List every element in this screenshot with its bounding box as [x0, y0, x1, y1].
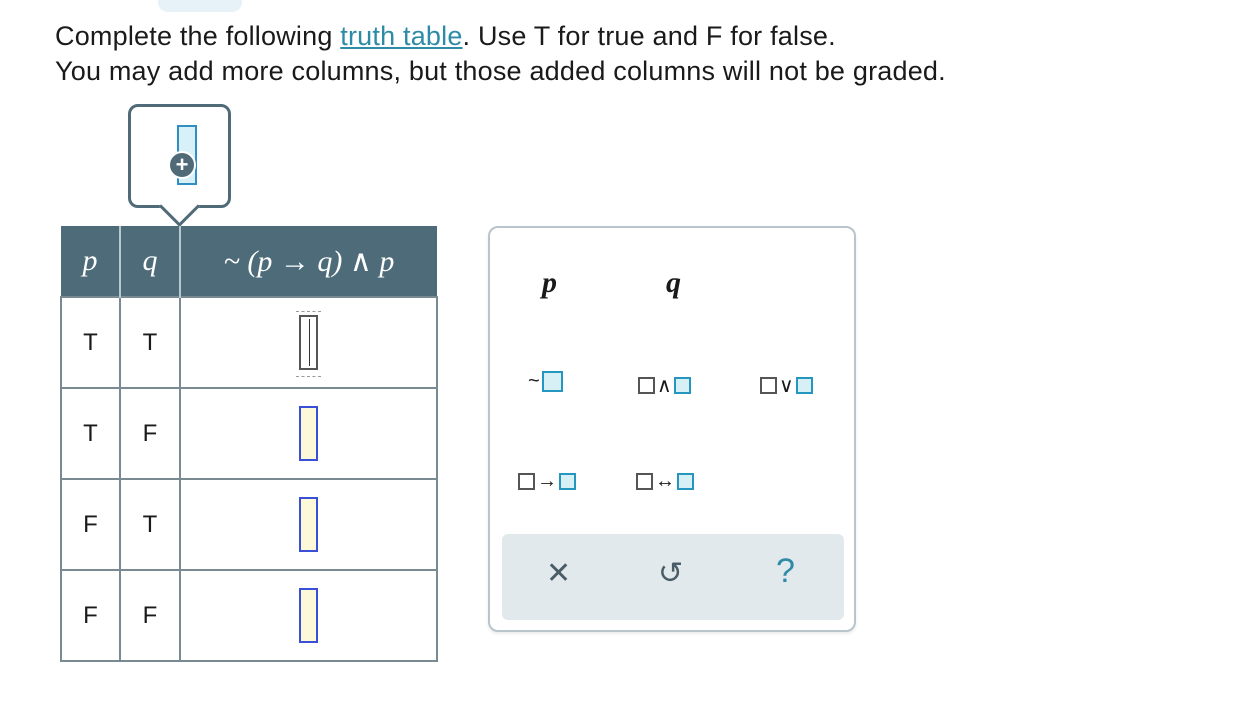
- logic-keypad: p q ~ ∧ ∨ → ↔ ✕ ↺ ?: [488, 226, 856, 632]
- placeholder-box-icon: [541, 370, 563, 392]
- cell-p: F: [60, 478, 121, 571]
- key-implies[interactable]: →: [518, 464, 576, 495]
- key-iff[interactable]: ↔: [636, 464, 694, 495]
- plus-icon: +: [168, 151, 196, 179]
- clear-icon[interactable]: ✕: [546, 556, 571, 591]
- table-header-row: p q ~ (p → q) ∧ p: [61, 226, 437, 297]
- and-symbol: ∧: [657, 374, 672, 397]
- cell-p: T: [60, 387, 121, 480]
- cell-q: T: [119, 296, 181, 389]
- keypad-action-bar: ✕ ↺ ?: [502, 534, 844, 620]
- key-not[interactable]: ~: [526, 364, 563, 395]
- placeholder-box-icon: [518, 472, 535, 490]
- key-or[interactable]: ∨: [760, 368, 813, 399]
- answer-input[interactable]: [299, 588, 318, 643]
- placeholder-box-icon: [795, 376, 813, 394]
- top-tab: [158, 0, 242, 12]
- table-row: T T: [60, 296, 438, 389]
- table-row: F F: [60, 569, 438, 662]
- answer-cell[interactable]: [179, 478, 438, 571]
- iff-symbol: ↔: [655, 469, 675, 492]
- header-q: q: [120, 226, 181, 297]
- key-q[interactable]: q: [666, 266, 681, 300]
- table-row: F T: [60, 478, 438, 571]
- answer-input[interactable]: [296, 311, 321, 377]
- not-symbol: ~: [528, 369, 540, 392]
- instructions: Complete the following truth table. Use …: [55, 19, 946, 89]
- cell-q: T: [119, 478, 181, 571]
- answer-cell[interactable]: [179, 387, 438, 480]
- header-expression: ~ (p → q) ∧ p: [180, 226, 437, 297]
- answer-cell[interactable]: [179, 569, 438, 662]
- cell-p: F: [60, 569, 121, 662]
- placeholder-box-icon: [559, 472, 576, 490]
- instruction-line-1: Complete the following truth table. Use …: [55, 21, 836, 51]
- help-icon[interactable]: ?: [776, 552, 795, 591]
- answer-input[interactable]: [299, 406, 318, 461]
- or-symbol: ∨: [779, 374, 794, 397]
- key-p[interactable]: p: [542, 266, 557, 300]
- answer-input[interactable]: [299, 497, 318, 552]
- header-p: p: [61, 226, 121, 297]
- placeholder-box-icon: [636, 472, 653, 490]
- placeholder-box-icon: [760, 376, 777, 394]
- truth-table: p q ~ (p → q) ∧ p T T T F F T F F: [60, 226, 438, 662]
- undo-icon[interactable]: ↺: [658, 556, 683, 591]
- cell-p: T: [60, 296, 121, 389]
- add-column-button[interactable]: +: [128, 104, 231, 228]
- implies-symbol: →: [537, 469, 557, 492]
- cell-q: F: [119, 387, 181, 480]
- truth-table-link[interactable]: truth table: [340, 21, 462, 51]
- key-and[interactable]: ∧: [638, 368, 691, 399]
- placeholder-box-icon: [638, 376, 655, 394]
- placeholder-box-icon: [677, 472, 694, 490]
- table-row: T F: [60, 387, 438, 480]
- popover-pointer: [158, 185, 201, 228]
- instruction-line-2: You may add more columns, but those adde…: [55, 56, 946, 86]
- answer-cell[interactable]: [179, 296, 438, 389]
- placeholder-box-icon: [673, 376, 691, 394]
- cell-q: F: [119, 569, 181, 662]
